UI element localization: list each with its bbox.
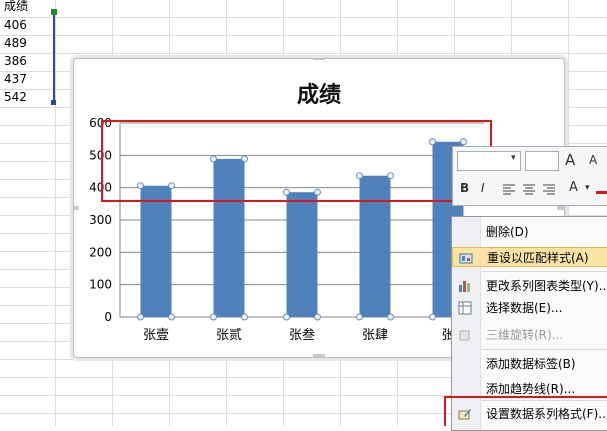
menu-separator <box>482 271 607 272</box>
value-cell[interactable]: 406 <box>4 16 27 34</box>
chart-resize-handle[interactable] <box>74 206 79 210</box>
rotate-3d-icon <box>459 330 470 341</box>
font-color-button[interactable]: A <box>569 180 578 195</box>
x-tick-label: 张壹 <box>143 328 169 343</box>
italic-button[interactable]: I <box>481 181 485 195</box>
font-dropdown-icon[interactable]: ▾ <box>511 153 516 163</box>
value-cell[interactable]: 542 <box>4 88 27 106</box>
range-fill-handle[interactable] <box>51 100 56 105</box>
range-selection-border <box>53 10 55 102</box>
chart-resize-handle[interactable] <box>557 206 564 210</box>
select-data-icon <box>458 301 472 315</box>
y-tick-label: 200 <box>89 245 112 259</box>
menu-item-change-chart-type[interactable]: 更改系列图表类型(Y)... <box>452 276 607 296</box>
value-cell[interactable]: 386 <box>4 52 27 70</box>
range-selection-handle[interactable] <box>51 9 57 15</box>
y-tick-label: 300 <box>89 213 112 227</box>
bar-selection-handle[interactable] <box>241 313 248 321</box>
chart-resize-handle[interactable] <box>313 354 325 357</box>
bar-selection-handle[interactable] <box>356 313 363 321</box>
value-cell[interactable]: 437 <box>4 70 27 88</box>
shrink-font-button[interactable]: A <box>589 153 597 167</box>
menu-separator <box>482 349 607 350</box>
annotation-box-top <box>101 120 492 202</box>
bar-selection-handle[interactable] <box>387 313 394 321</box>
bar-selection-handle[interactable] <box>210 313 217 321</box>
menu-item-reset-style[interactable]: 重设以匹配样式(A) <box>452 247 607 267</box>
menu-item-3d-rotation: 三维旋转(R)... <box>452 325 607 345</box>
data-bar[interactable] <box>286 192 318 317</box>
x-tick-label: 张贰 <box>216 327 242 343</box>
data-bar[interactable] <box>140 185 172 317</box>
x-tick-label: 张肆 <box>362 328 388 343</box>
font-size-field[interactable] <box>525 151 559 171</box>
bar-selection-handle[interactable] <box>283 313 290 321</box>
chart-resize-handle[interactable] <box>313 59 325 60</box>
annotation-box-bottom <box>444 396 607 426</box>
mini-toolbar: ▾ A A B I A ▾ <box>452 146 607 206</box>
x-tick-label: 张叁 <box>289 327 315 343</box>
reset-style-icon <box>459 253 473 264</box>
column-header-cell[interactable]: 成绩 <box>4 0 28 15</box>
value-cell[interactable]: 489 <box>4 34 27 52</box>
bar-selection-handle[interactable] <box>314 313 321 321</box>
y-tick-label: 0 <box>104 310 112 324</box>
menu-item-add-data-labels[interactable]: 添加数据标签(B) <box>452 354 607 374</box>
grow-font-button[interactable]: A <box>565 151 575 169</box>
font-color-dropdown-icon[interactable]: ▾ <box>585 183 590 193</box>
chart-type-icon <box>459 281 470 292</box>
highlight-color-icon[interactable] <box>596 191 607 194</box>
bold-button[interactable]: B <box>460 181 469 195</box>
menu-item-delete[interactable]: 删除(D) <box>452 222 607 242</box>
menu-item-select-data[interactable]: 选择数据(E)... <box>452 298 607 318</box>
bar-selection-handle[interactable] <box>429 313 436 321</box>
y-tick-label: 100 <box>89 278 112 292</box>
bar-selection-handle[interactable] <box>168 313 175 321</box>
bar-selection-handle[interactable] <box>137 313 144 321</box>
